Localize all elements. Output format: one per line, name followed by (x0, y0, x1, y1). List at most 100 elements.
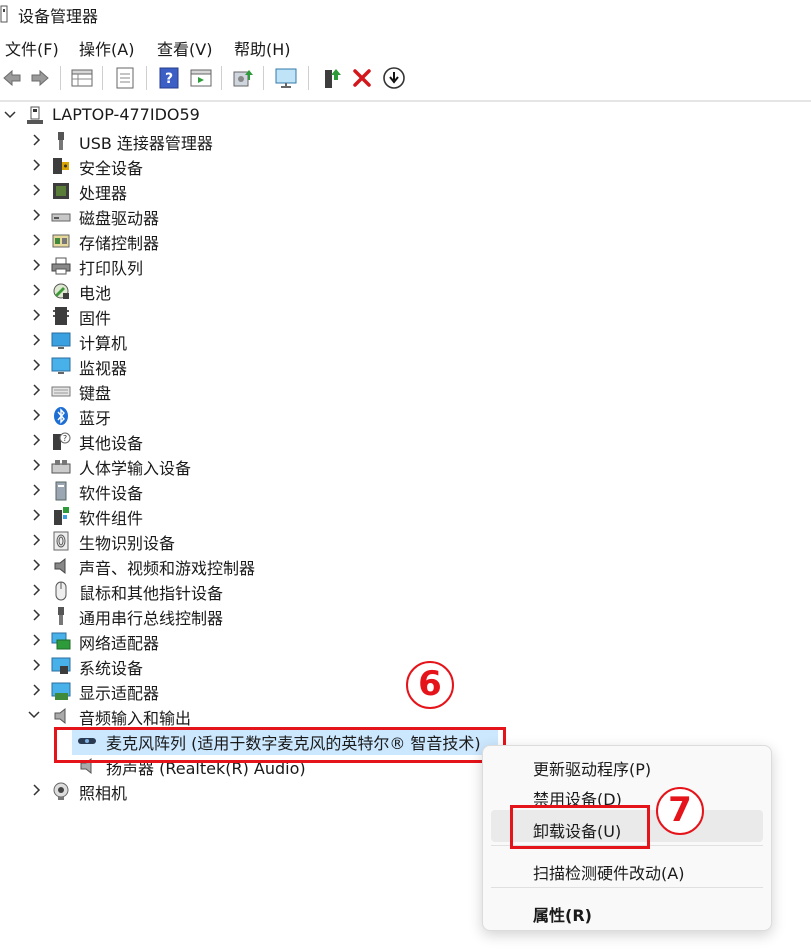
chevron-right-icon[interactable] (29, 333, 43, 347)
tree-label: 安全设备 (79, 159, 144, 178)
tree-label: 磁盘驱动器 (79, 209, 160, 228)
chevron-right-icon[interactable] (29, 458, 43, 472)
tree-item-network[interactable]: 网络适配器 (0, 629, 811, 654)
chevron-right-icon[interactable] (29, 558, 43, 572)
chevron-right-icon[interactable] (29, 533, 43, 547)
tree-label: 电池 (79, 284, 112, 303)
tree-label: 软件组件 (79, 509, 144, 528)
tree-item-storage[interactable]: 存储控制器 (0, 229, 811, 254)
chevron-right-icon[interactable] (29, 783, 43, 797)
update-driver-icon[interactable] (231, 66, 255, 90)
menu-action[interactable]: 操作(A) (79, 36, 134, 60)
chevron-right-icon[interactable] (29, 133, 43, 147)
monitor-icon (51, 357, 71, 374)
menu-view[interactable]: 查看(V) (157, 36, 212, 60)
tree-item-other[interactable]: ? 其他设备 (0, 429, 811, 454)
storage-controller-icon (52, 234, 70, 248)
tree-item-system[interactable]: 系统设备 (0, 654, 811, 679)
tree-item-hid[interactable]: 人体学输入设备 (0, 454, 811, 479)
hid-icon (51, 460, 71, 474)
tree-root[interactable]: LAPTOP-477IDO59 (0, 104, 811, 129)
tree-item-firmware[interactable]: 固件 (0, 304, 811, 329)
tree-item-security[interactable]: 安全设备 (0, 154, 811, 179)
toolbar: ? (0, 62, 811, 94)
download-icon[interactable] (382, 66, 406, 90)
window-title: 设备管理器 (18, 7, 99, 26)
tree-item-keyboard[interactable]: 键盘 (0, 379, 811, 404)
view-icon[interactable] (189, 66, 213, 90)
chevron-right-icon[interactable] (29, 633, 43, 647)
tree-item-biometric[interactable]: 生物识别设备 (0, 529, 811, 554)
tree-item-mouse[interactable]: 鼠标和其他指针设备 (0, 579, 811, 604)
chevron-right-icon[interactable] (29, 433, 43, 447)
keyboard-icon (51, 386, 71, 397)
tree-item-sound[interactable]: 声音、视频和游戏控制器 (0, 554, 811, 579)
mouse-icon (55, 581, 67, 601)
tree-item-software-component[interactable]: 软件组件 (0, 504, 811, 529)
chevron-right-icon[interactable] (29, 683, 43, 697)
tree-item-monitor[interactable]: 监视器 (0, 354, 811, 379)
tree-label: 存储控制器 (79, 234, 160, 253)
tree-item-usb-connector[interactable]: USB 连接器管理器 (0, 129, 811, 154)
forward-icon[interactable] (28, 66, 52, 90)
disk-drive-icon (51, 213, 71, 222)
tree-label: 监视器 (79, 359, 128, 378)
menu-scan-hardware[interactable]: 扫描检测硬件改动(A) (533, 860, 684, 884)
chevron-right-icon[interactable] (29, 308, 43, 322)
chevron-down-icon[interactable] (3, 108, 17, 122)
svg-text:?: ? (63, 434, 67, 443)
back-icon[interactable] (0, 66, 24, 90)
chevron-right-icon[interactable] (29, 383, 43, 397)
uninstall-icon[interactable] (350, 66, 374, 90)
properties-grid-icon[interactable] (70, 66, 94, 90)
device-manager-icon (0, 5, 8, 23)
tree-item-battery[interactable]: 电池 (0, 279, 811, 304)
firmware-icon (53, 307, 69, 325)
usb-connector-icon (58, 132, 64, 150)
tree-item-audio[interactable]: 音频输入和输出 (0, 704, 811, 729)
chevron-right-icon[interactable] (29, 208, 43, 222)
tree-item-bluetooth[interactable]: 蓝牙 (0, 404, 811, 429)
chevron-right-icon[interactable] (29, 408, 43, 422)
menu-properties[interactable]: 属性(R) (533, 902, 592, 926)
menu-help[interactable]: 帮助(H) (234, 36, 291, 60)
tree-item-print-queue[interactable]: 打印队列 (0, 254, 811, 279)
tree-label: 人体学输入设备 (79, 459, 192, 478)
tree-label: 鼠标和其他指针设备 (79, 584, 224, 603)
help-icon[interactable]: ? (157, 66, 181, 90)
tree-label: 照相机 (79, 784, 128, 803)
menu-update-driver[interactable]: 更新驱动程序(P) (533, 756, 651, 780)
chevron-right-icon[interactable] (29, 508, 43, 522)
document-icon[interactable] (113, 66, 137, 90)
chevron-right-icon[interactable] (29, 483, 43, 497)
step-7-marker: 7 (656, 787, 704, 835)
camera-icon (53, 782, 69, 800)
display-adapter-icon (51, 682, 71, 700)
chevron-right-icon[interactable] (29, 233, 43, 247)
sound-icon (54, 557, 66, 575)
tree-label: 声音、视频和游戏控制器 (79, 559, 256, 578)
tree-item-disk[interactable]: 磁盘驱动器 (0, 204, 811, 229)
software-device-icon (55, 481, 67, 501)
tree-item-usb-controller[interactable]: 通用串行总线控制器 (0, 604, 811, 629)
tree-label: 蓝牙 (79, 409, 112, 428)
chevron-right-icon[interactable] (29, 608, 43, 622)
chevron-right-icon[interactable] (29, 183, 43, 197)
computer-root-icon (27, 106, 43, 124)
chevron-right-icon[interactable] (29, 283, 43, 297)
chevron-right-icon[interactable] (29, 358, 43, 372)
chevron-right-icon[interactable] (29, 658, 43, 672)
step-6-marker: 6 (406, 661, 454, 709)
chevron-right-icon[interactable] (29, 583, 43, 597)
menu-file[interactable]: 文件(F) (5, 36, 59, 60)
scan-monitor-icon[interactable] (274, 66, 298, 90)
chevron-right-icon[interactable] (29, 258, 43, 272)
tree-label: 生物识别设备 (79, 534, 176, 553)
tree-item-software-device[interactable]: 软件设备 (0, 479, 811, 504)
tree-item-processor[interactable]: 处理器 (0, 179, 811, 204)
tree-item-computer[interactable]: 计算机 (0, 329, 811, 354)
computer-icon (51, 332, 71, 349)
chevron-right-icon[interactable] (29, 158, 43, 172)
chevron-down-icon[interactable] (27, 708, 41, 722)
enable-device-icon[interactable] (320, 66, 344, 90)
